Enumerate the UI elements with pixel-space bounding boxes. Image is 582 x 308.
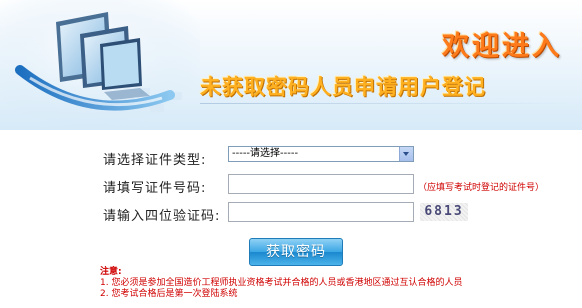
get-password-button[interactable]: 获取密码: [249, 238, 343, 266]
header-banner: 欢迎进入 未获取密码人员申请用户登记: [0, 0, 582, 130]
cert-type-label: 请选择证件类型:: [103, 153, 207, 168]
cert-number-hint: （应填写考试时登记的证件号）: [418, 183, 545, 193]
monitor-logo-graphic: [0, 0, 200, 130]
notice-title: 注意:: [100, 267, 122, 277]
captcha-image[interactable]: 6813: [420, 203, 468, 221]
cert-type-select[interactable]: -----请选择-----: [228, 146, 414, 162]
cert-type-selected-value: -----请选择-----: [232, 148, 299, 159]
captcha-input[interactable]: [228, 202, 414, 222]
cert-number-input[interactable]: [228, 174, 414, 194]
notice-item: 1. 您必须是参加全国造价工程师执业资格考试并合格的人员或香港地区通过互认合格的…: [100, 278, 463, 288]
cert-number-label: 请填写证件号码:: [103, 181, 207, 196]
notice-section: 注意: 1. 您必须是参加全国造价工程师执业资格考试并合格的人员或香港地区通过互…: [100, 267, 462, 300]
welcome-title: 欢迎进入: [442, 31, 562, 62]
captcha-label: 请输入四位验证码:: [103, 209, 221, 224]
cert-number-row: 请填写证件号码: （应填写考试时登记的证件号）: [0, 174, 582, 196]
notice-item: 2. 您考试合格后是第一次登陆系统: [100, 289, 238, 299]
captcha-row: 请输入四位验证码: 6813: [0, 202, 582, 224]
cert-type-row: 请选择证件类型: -----请选择-----: [0, 146, 582, 168]
page-subtitle: 未获取密码人员申请用户登记: [200, 75, 486, 99]
chevron-down-icon[interactable]: [399, 147, 413, 161]
banner-divider: [200, 103, 570, 104]
